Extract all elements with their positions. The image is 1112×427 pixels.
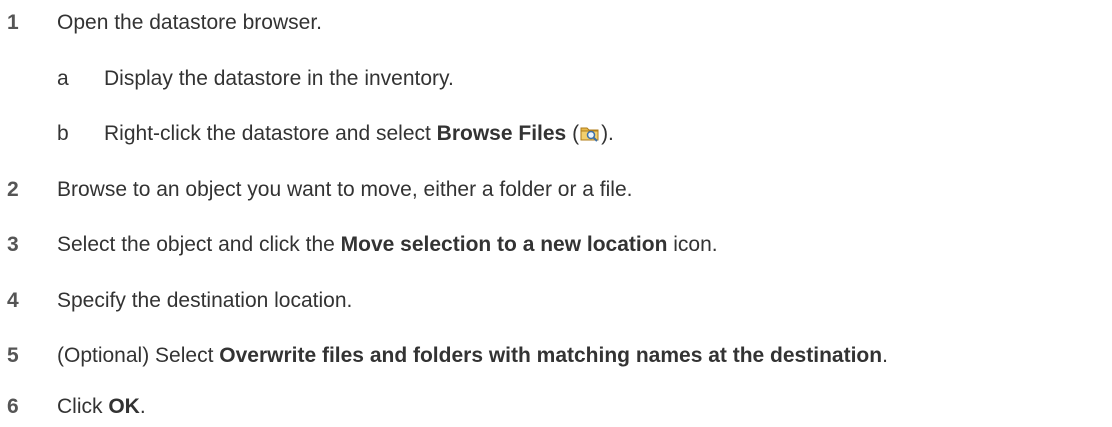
text-segment: ( [566, 122, 580, 145]
step-number: 1 [7, 11, 19, 34]
substep-letter: b [57, 122, 69, 145]
step-number: 2 [7, 178, 19, 201]
step-number: 3 [7, 233, 19, 256]
step-text: (Optional) Select Overwrite files and fo… [57, 341, 888, 371]
text-segment: ). [601, 122, 614, 145]
ui-label-browse-files: Browse Files [436, 122, 567, 145]
step-text: Browse to an object you want to move, ei… [57, 178, 633, 201]
ui-label-ok: OK [108, 395, 140, 418]
text-segment: . [139, 395, 146, 418]
ui-label-move-selection: Move selection to a new location [340, 233, 668, 256]
text-segment: (Optional) Select [57, 344, 220, 367]
step-text: Open the datastore browser. [57, 11, 322, 34]
text-segment: Select the object and click the [57, 233, 341, 256]
step-text: Select the object and click the Move sel… [57, 230, 718, 260]
text-segment: icon. [667, 233, 718, 256]
step-number: 5 [7, 344, 19, 367]
step-number: 4 [7, 289, 19, 312]
browse-files-icon [579, 122, 601, 142]
substep-text: Display the datastore in the inventory. [104, 67, 454, 90]
text-segment: . [882, 344, 888, 367]
ui-label-overwrite-option: Overwrite files and folders with matchin… [219, 344, 883, 367]
procedure-steps: 1 Open the datastore browser. a Display … [0, 0, 1112, 427]
text-segment: Click [57, 395, 109, 418]
step-text: Specify the destination location. [57, 289, 353, 312]
substep-letter: a [57, 67, 69, 90]
substep-text: Right-click the datastore and select Bro… [104, 119, 614, 149]
step-text: Click OK. [57, 392, 146, 422]
step-number: 6 [7, 395, 19, 418]
text-segment: Right-click the datastore and select [104, 122, 437, 145]
